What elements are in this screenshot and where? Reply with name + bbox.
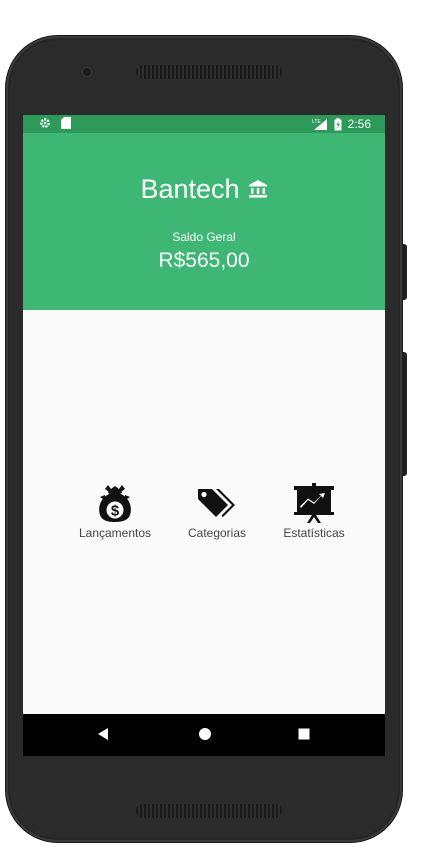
front-camera [83, 68, 91, 76]
menu-label-lancamentos: Lançamentos [78, 526, 152, 540]
recents-icon[interactable] [297, 727, 311, 741]
battery-icon [334, 117, 342, 130]
menu-item-categorias[interactable]: Categorias [167, 483, 267, 540]
svg-text:$: $ [111, 503, 120, 520]
money-bag-icon: $ [99, 485, 131, 522]
sd-card-icon [61, 117, 71, 129]
app-title: Bantech [140, 174, 240, 204]
app-header: Bantech Saldo Geral R$565,00 [23, 133, 385, 310]
power-button[interactable] [402, 244, 407, 300]
menu-label-categorias: Categorias [187, 526, 247, 540]
back-icon[interactable] [97, 727, 109, 741]
home-icon[interactable] [198, 727, 212, 741]
settings-icon [40, 118, 50, 128]
app-screen: LTE 2:56 Bantech Saldo Geral R$565,00 $ … [23, 115, 385, 756]
chart-board-icon [294, 483, 334, 523]
menu-item-lancamentos[interactable]: $ Lançamentos [65, 483, 165, 540]
status-bar: LTE 2:56 [23, 115, 385, 133]
volume-button[interactable] [402, 352, 407, 476]
menu-item-estatisticas[interactable]: Estatísticas [264, 483, 364, 540]
signal-icon: LTE [312, 118, 327, 130]
bottom-speaker [136, 804, 282, 818]
svg-text:LTE: LTE [312, 119, 321, 125]
status-time: 2:56 [347, 117, 371, 131]
tags-icon [198, 489, 235, 517]
main-menu: $ Lançamentos Categorias Estatísticas [23, 483, 385, 553]
bank-icon [248, 180, 267, 198]
navigation-bar [23, 714, 385, 756]
balance-label: Saldo Geral [172, 230, 236, 244]
top-speaker [136, 65, 282, 79]
balance-value: R$565,00 [158, 249, 250, 272]
menu-label-estatisticas: Estatísticas [283, 526, 345, 540]
